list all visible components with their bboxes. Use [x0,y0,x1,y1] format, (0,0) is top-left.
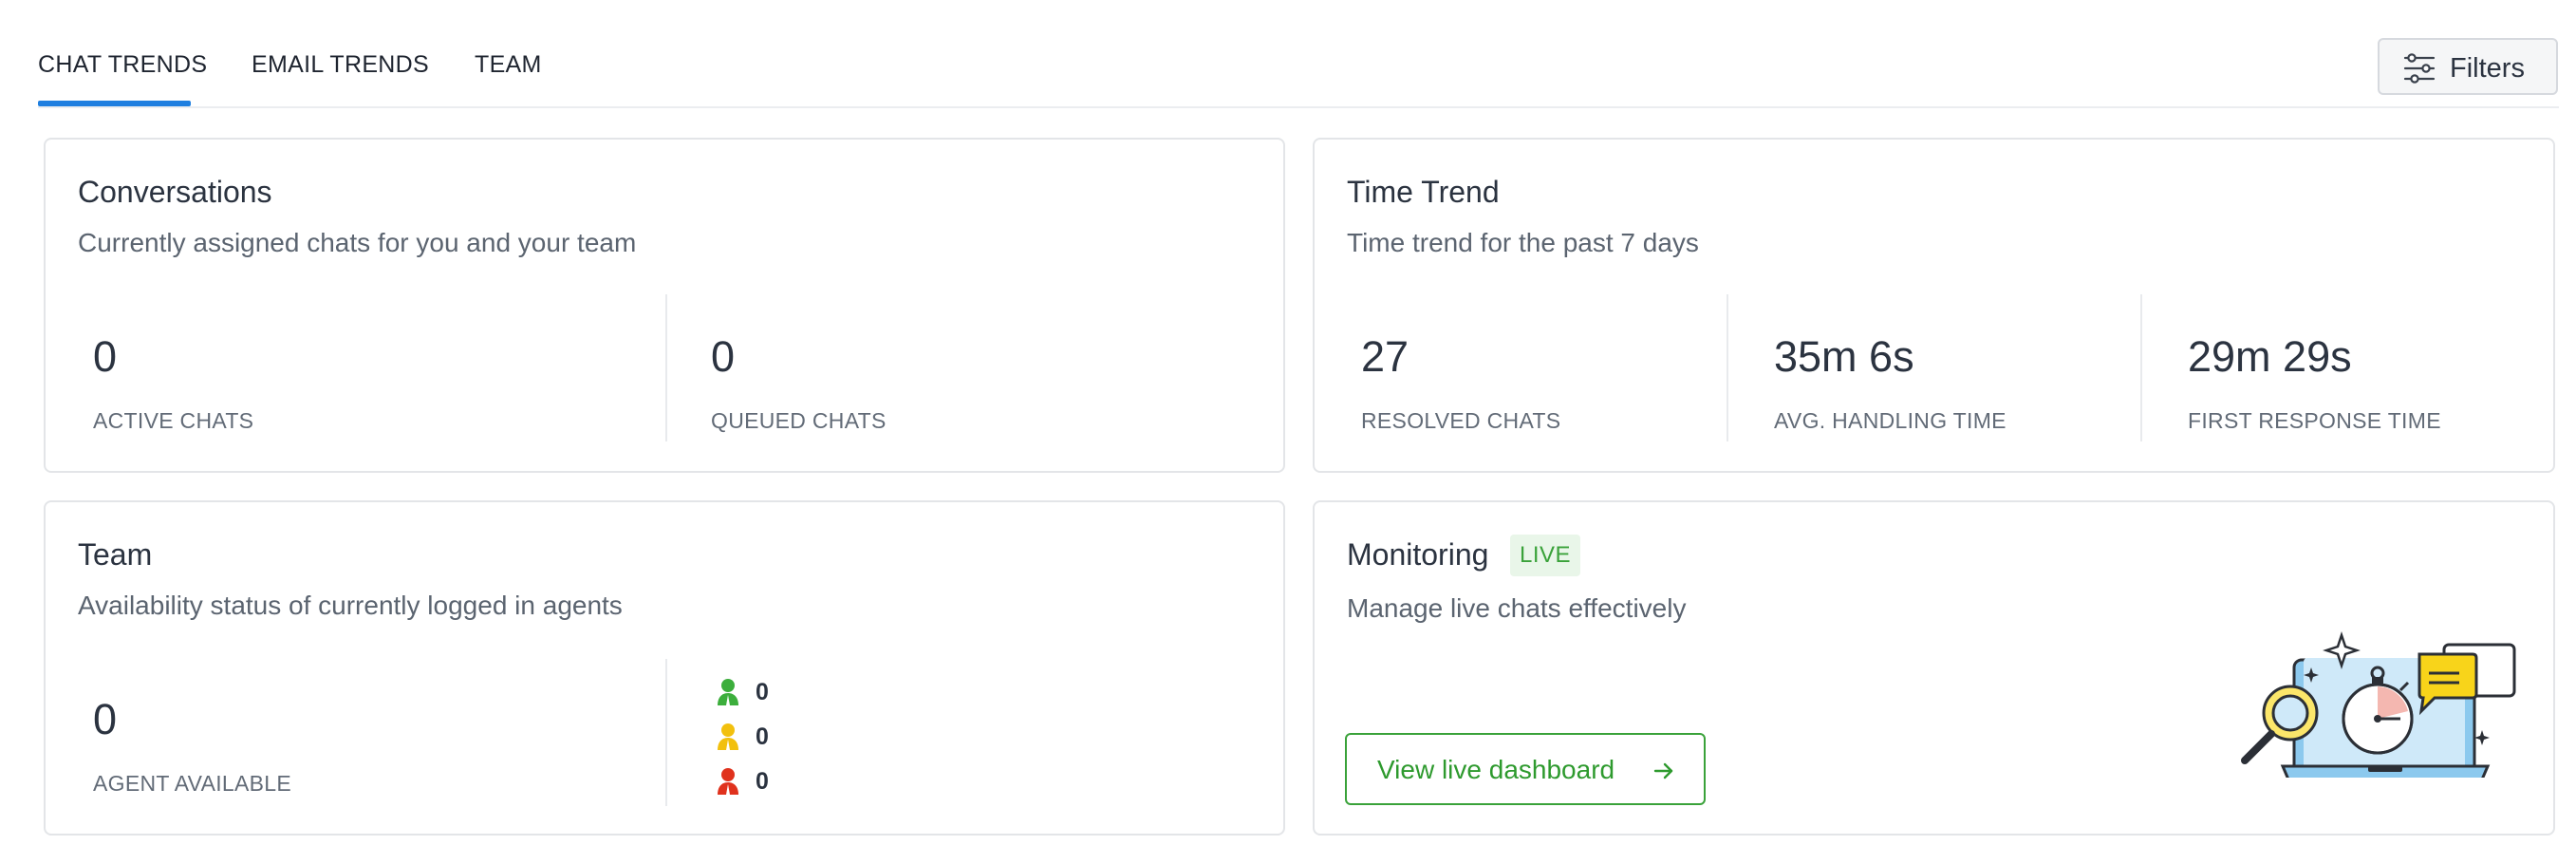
tab-chat-trends[interactable]: CHAT TRENDS [38,51,207,79]
agent-available-label: AGENT AVAILABLE [93,771,292,796]
time-trend-title: Time Trend [1347,175,1500,209]
metric-divider [665,294,667,441]
team-title: Team [78,537,153,572]
filters-label: Filters [2450,53,2525,84]
monitoring-title: Monitoring [1347,537,1489,572]
status-busy-row: 0 [716,764,769,798]
status-away-count: 0 [756,723,769,750]
tab-email-trends[interactable]: EMAIL TRENDS [252,51,429,79]
tab-team[interactable]: TEAM [475,51,542,79]
metric-divider [1727,294,1728,441]
sliders-icon [2403,53,2436,84]
view-live-dashboard-label: View live dashboard [1377,755,1615,784]
live-badge: LIVE [1510,535,1580,576]
avg-handling-time-label: AVG. HANDLING TIME [1774,408,2007,433]
monitoring-card: Monitoring LIVE Manage live chats effect… [1313,500,2555,836]
conversations-title: Conversations [78,175,272,209]
time-trend-card: Time Trend Time trend for the past 7 day… [1313,138,2555,473]
conversations-card: Conversations Currently assigned chats f… [44,138,1285,473]
resolved-chats-value: 27 [1361,332,1409,381]
conversations-subtitle: Currently assigned chats for you and you… [78,228,637,257]
time-trend-subtitle: Time trend for the past 7 days [1347,228,1699,257]
report-tabs: CHAT TRENDS EMAIL TRENDS TEAM [38,0,2559,108]
agent-available-value: 0 [93,695,118,743]
monitoring-subtitle: Manage live chats effectively [1347,593,1687,623]
first-response-time-label: FIRST RESPONSE TIME [2188,408,2441,433]
agent-busy-icon [718,768,738,795]
active-chats-label: ACTIVE CHATS [93,408,254,433]
view-live-dashboard-button[interactable]: View live dashboard [1345,733,1706,805]
status-busy-count: 0 [756,767,769,795]
avg-handling-time-value: 35m 6s [1774,332,1914,381]
monitoring-illustration [2241,631,2516,778]
filters-button[interactable]: Filters [2378,38,2558,95]
metric-divider [2140,294,2142,441]
agent-away-icon [718,723,738,750]
team-subtitle: Availability status of currently logged … [78,591,623,620]
arrow-right-icon [1653,762,1673,779]
first-response-time-value: 29m 29s [2188,332,2352,381]
active-chats-value: 0 [93,332,118,381]
team-card: Team Availability status of currently lo… [44,500,1285,836]
status-available-row: 0 [716,675,769,709]
resolved-chats-label: RESOLVED CHATS [1361,408,1561,433]
queued-chats-label: QUEUED CHATS [711,408,887,433]
active-tab-indicator [38,101,191,106]
queued-chats-value: 0 [711,332,736,381]
status-available-count: 0 [756,678,769,705]
status-away-row: 0 [716,720,769,754]
metric-divider [665,659,667,806]
agent-available-icon [718,679,738,705]
